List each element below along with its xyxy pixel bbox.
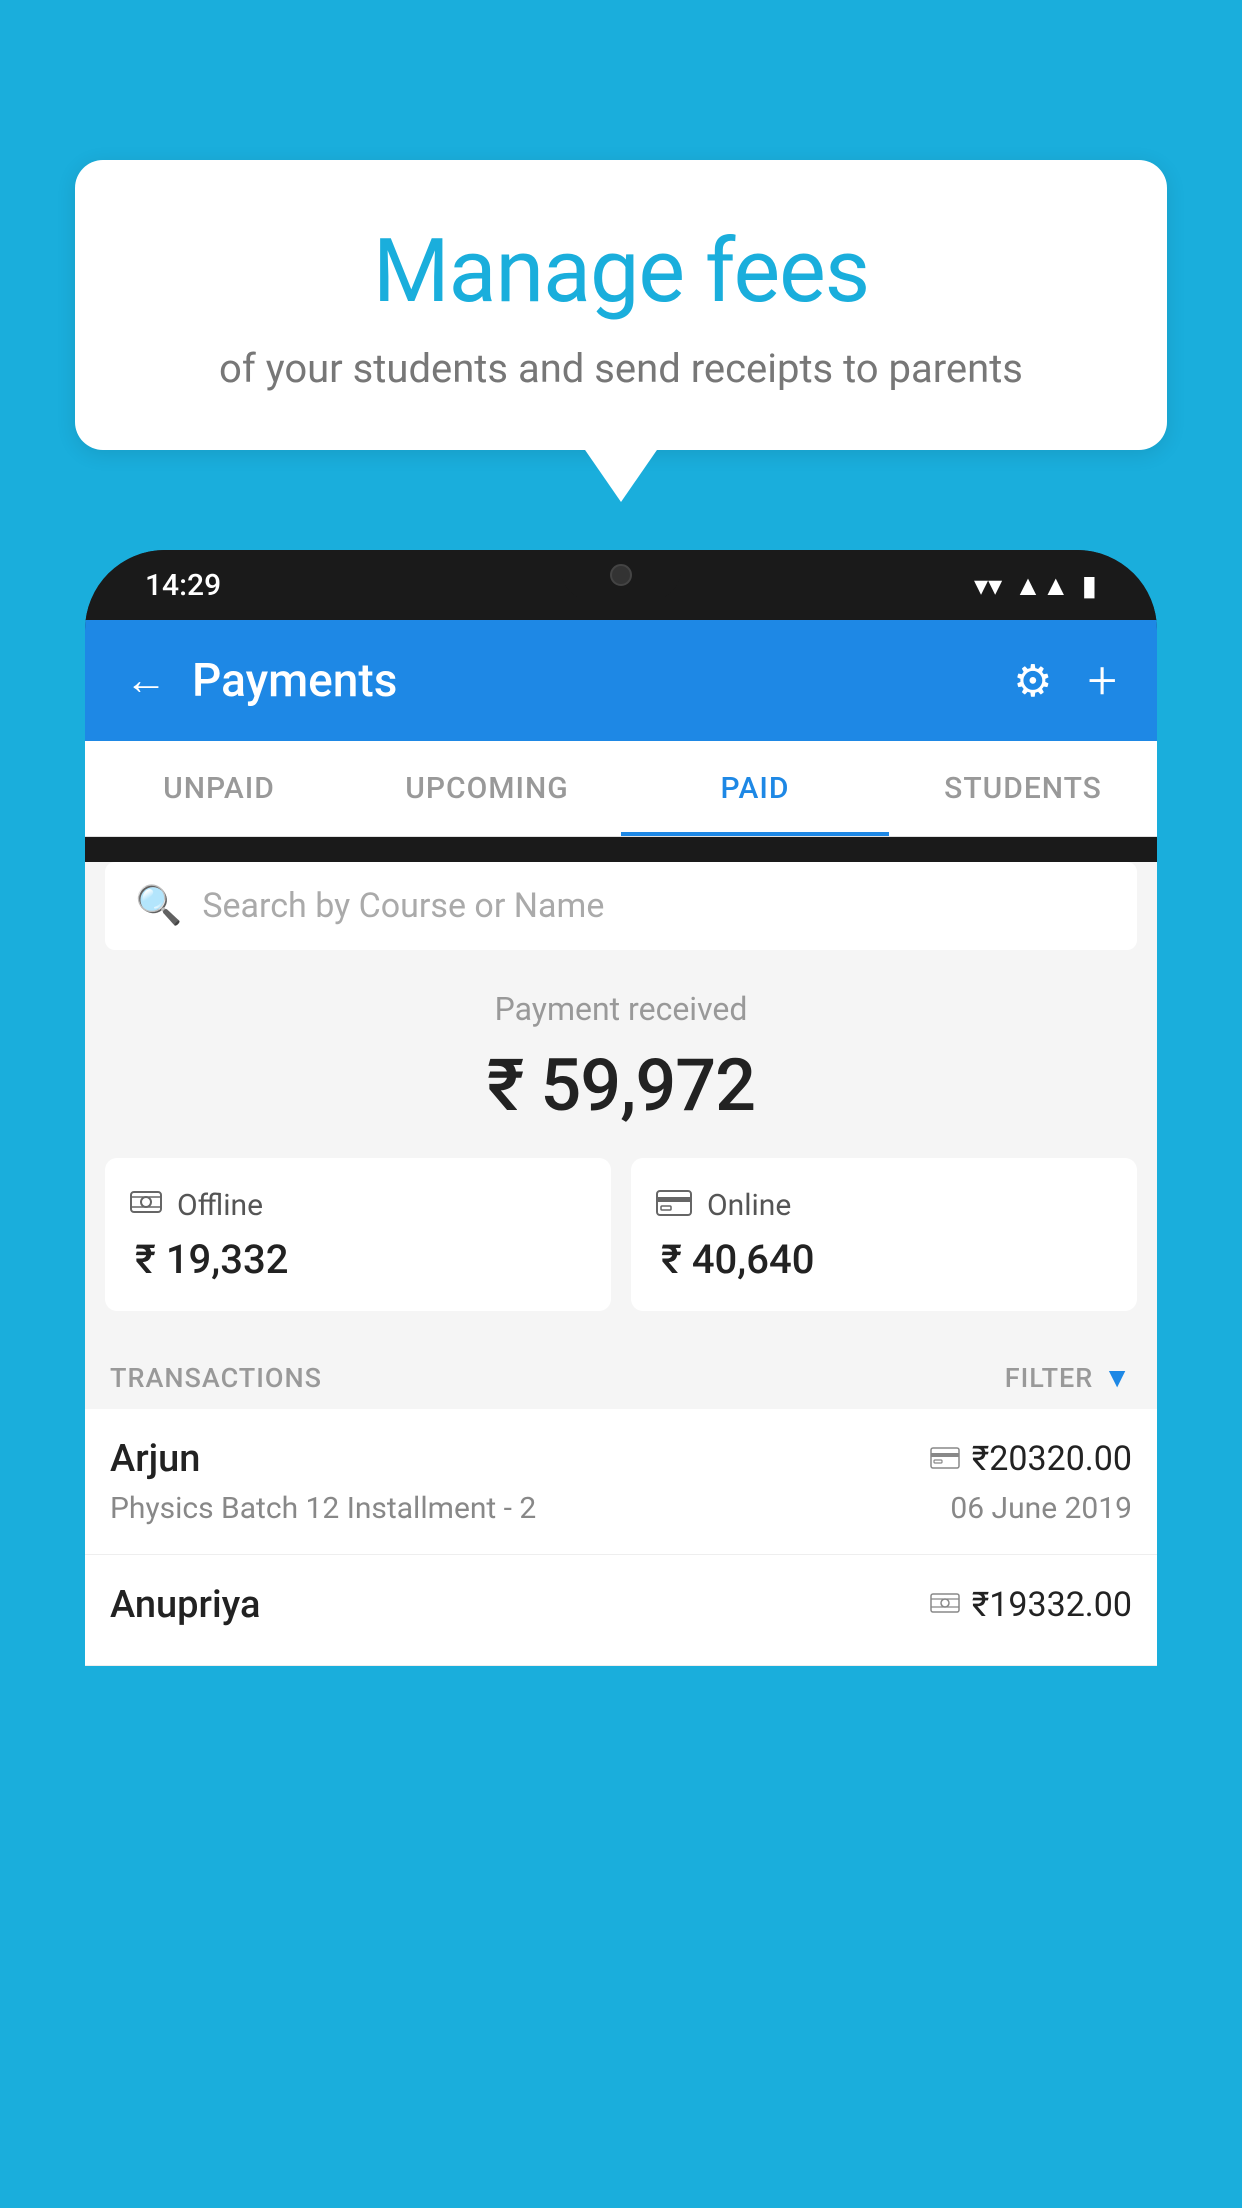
offline-amount: ₹ 19,332: [130, 1236, 586, 1283]
camera: [610, 564, 632, 586]
offline-card-header: Offline: [130, 1186, 586, 1224]
payment-type-icon: [930, 1443, 960, 1476]
back-button[interactable]: ←: [125, 656, 167, 705]
wifi-icon: ▾▾: [974, 569, 1002, 602]
offline-card: Offline ₹ 19,332: [105, 1158, 611, 1311]
status-bar: 14:29 ▾▾ ▲▲ ▮: [85, 550, 1157, 620]
online-amount: ₹ 40,640: [656, 1236, 1112, 1283]
add-icon[interactable]: +: [1088, 650, 1117, 711]
transaction-row-top: Arjun ₹20320.00: [110, 1437, 1132, 1481]
transaction-amount-wrap: ₹20320.00: [930, 1439, 1132, 1479]
offline-label: Offline: [177, 1188, 263, 1223]
header-left: ← Payments: [125, 654, 397, 708]
notch: [561, 550, 681, 600]
search-icon: 🔍: [135, 884, 182, 928]
bubble-title: Manage fees: [125, 220, 1117, 323]
offline-icon: [130, 1186, 162, 1224]
payment-type-icon: [930, 1589, 960, 1622]
transaction-amount: ₹20320.00: [972, 1439, 1132, 1479]
header-right: ⚙ +: [1013, 650, 1117, 711]
transaction-row-bottom: Physics Batch 12 Installment - 2 06 June…: [110, 1491, 1132, 1526]
filter-icon: ▼: [1103, 1361, 1132, 1394]
online-card: Online ₹ 40,640: [631, 1158, 1137, 1311]
status-time: 14:29: [145, 568, 221, 603]
online-icon: [656, 1186, 692, 1224]
tab-unpaid[interactable]: UNPAID: [85, 741, 353, 836]
search-bar[interactable]: 🔍 Search by Course or Name: [105, 862, 1137, 950]
online-label: Online: [707, 1188, 791, 1223]
speech-bubble: Manage fees of your students and send re…: [75, 160, 1167, 450]
transaction-row[interactable]: Arjun ₹20320.00: [85, 1409, 1157, 1555]
online-card-header: Online: [656, 1186, 1112, 1224]
transaction-row-top: Anupriya ₹19332.00: [110, 1583, 1132, 1627]
transaction-row[interactable]: Anupriya ₹19332.00: [85, 1555, 1157, 1666]
transaction-date: 06 June 2019: [950, 1491, 1132, 1526]
filter-label: FILTER: [1005, 1362, 1094, 1394]
payment-received-label: Payment received: [105, 990, 1137, 1028]
transactions-label: TRANSACTIONS: [110, 1362, 322, 1394]
settings-icon[interactable]: ⚙: [1013, 655, 1052, 707]
content-area: 🔍 Search by Course or Name Payment recei…: [85, 862, 1157, 1666]
payment-received-amount: ₹ 59,972: [105, 1043, 1137, 1128]
transaction-course: Physics Batch 12 Installment - 2: [110, 1491, 536, 1526]
transaction-name: Arjun: [110, 1437, 200, 1481]
page-title: Payments: [192, 654, 397, 708]
tab-students[interactable]: STUDENTS: [889, 741, 1157, 836]
transaction-amount: ₹19332.00: [972, 1585, 1132, 1625]
signal-icon: ▲▲: [1014, 569, 1069, 602]
bubble-subtitle: of your students and send receipts to pa…: [125, 343, 1117, 395]
search-input[interactable]: Search by Course or Name: [202, 886, 604, 926]
tabs-bar: UNPAID UPCOMING PAID STUDENTS: [85, 741, 1157, 837]
transaction-amount-wrap: ₹19332.00: [930, 1585, 1132, 1625]
transactions-header: TRANSACTIONS FILTER ▼: [85, 1341, 1157, 1409]
tab-upcoming[interactable]: UPCOMING: [353, 741, 621, 836]
battery-icon: ▮: [1082, 569, 1097, 602]
phone: 14:29 ▾▾ ▲▲ ▮ ← Payments ⚙ + UNP: [85, 550, 1157, 1666]
transaction-name: Anupriya: [110, 1583, 260, 1627]
payment-cards: Offline ₹ 19,332: [85, 1158, 1157, 1341]
payment-received-section: Payment received ₹ 59,972: [85, 950, 1157, 1158]
tab-paid[interactable]: PAID: [621, 741, 889, 836]
filter-button[interactable]: FILTER ▼: [1005, 1361, 1132, 1394]
phone-container: 14:29 ▾▾ ▲▲ ▮ ← Payments ⚙ + UNP: [85, 550, 1157, 2208]
app-header: ← Payments ⚙ +: [85, 620, 1157, 741]
status-icons: ▾▾ ▲▲ ▮: [974, 569, 1097, 602]
